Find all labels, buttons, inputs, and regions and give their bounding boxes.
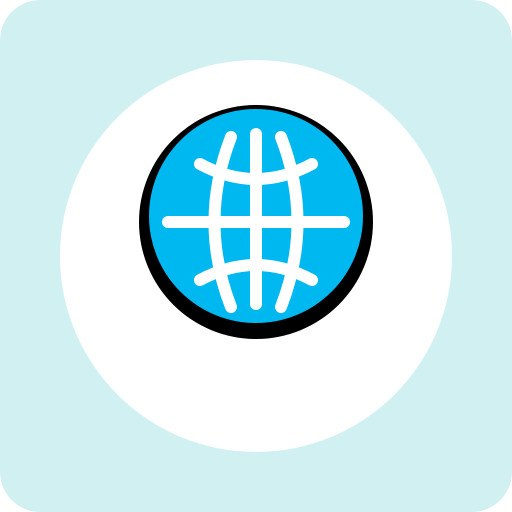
globe-icon xyxy=(139,105,373,339)
globe-illustration xyxy=(0,0,512,512)
app-icon-tile xyxy=(0,0,512,512)
